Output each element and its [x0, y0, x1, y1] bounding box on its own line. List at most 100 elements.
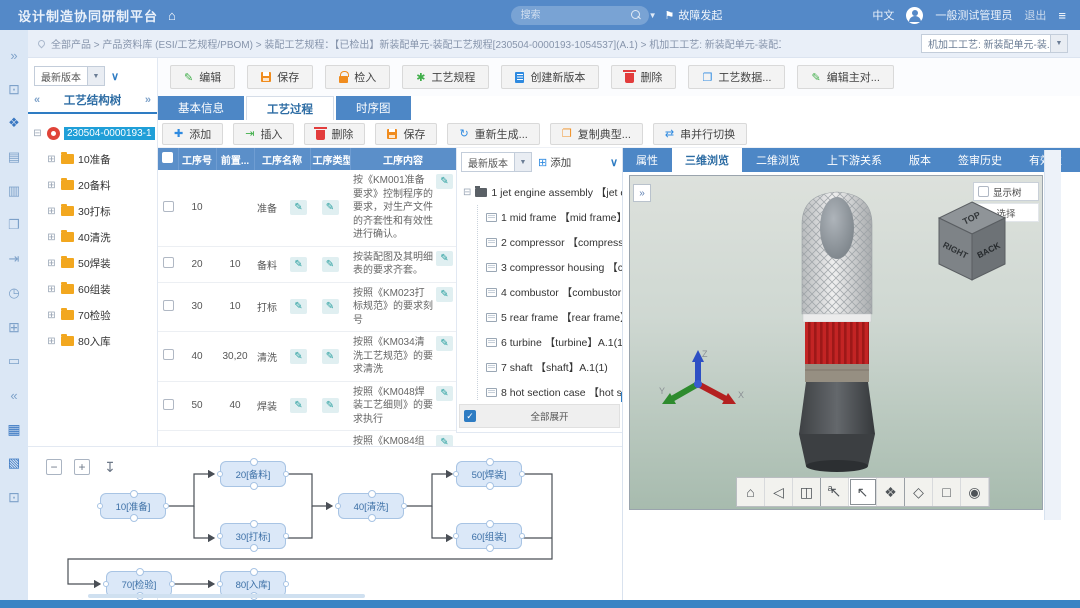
table-row[interactable]: 3010 打标✎ ✎ 按照《KM023打标规范》的要求刻号✎: [158, 282, 456, 332]
edit-type-icon[interactable]: ✎: [322, 200, 339, 215]
apps-icon[interactable]: ▦: [0, 412, 28, 446]
copy-pages-icon[interactable]: ❐: [0, 208, 28, 242]
process-flow-diagram[interactable]: − + ↧ 10[准备] 20[备料] 30[打标] 40[清洗] 50[焊装]…: [28, 446, 622, 598]
show-tree-checkbox[interactable]: [978, 186, 989, 197]
archive-icon[interactable]: ▥: [0, 174, 28, 208]
box-zoom-icon[interactable]: □: [933, 478, 961, 506]
tab-approval-history[interactable]: 签审历史: [945, 148, 1015, 172]
plugin-icon[interactable]: ⇥: [0, 242, 28, 276]
avatar-icon[interactable]: [906, 7, 923, 24]
chevron-down-icon[interactable]: ∨: [111, 70, 119, 83]
col-op-content[interactable]: 工序内容: [350, 148, 456, 170]
expand-icon[interactable]: ⊞: [46, 206, 57, 217]
tab-sequence[interactable]: 时序图: [336, 96, 411, 120]
expand-right-icon[interactable]: »: [0, 38, 28, 72]
table-row[interactable]: 4030,20 清洗✎ ✎ 按照《KM034清洗工艺规范》的要求清洗✎: [158, 332, 456, 382]
chart-icon[interactable]: ▧: [0, 446, 28, 480]
edit-type-icon[interactable]: ✎: [322, 398, 339, 413]
tree-node[interactable]: ⊞50焊装: [46, 250, 155, 276]
pager-right-icon[interactable]: »: [145, 94, 151, 106]
document-icon[interactable]: ▤: [0, 140, 28, 174]
clock-icon[interactable]: ◷: [0, 276, 28, 310]
tab-2d-view[interactable]: 二维浏览: [743, 148, 813, 172]
solid-cube-icon[interactable]: ◫: [793, 478, 821, 506]
expand-icon[interactable]: ⊞: [46, 154, 57, 165]
version-select[interactable]: 最新版本 ▼: [34, 66, 105, 86]
explode-icon[interactable]: ❖: [877, 478, 905, 506]
tree-icon[interactable]: ❖: [0, 106, 28, 140]
screen-icon[interactable]: ⊞: [0, 310, 28, 344]
copy-typical-button[interactable]: ❐复制典型...: [550, 123, 643, 145]
3d-viewer[interactable]: » 显示树 选择 TOP RIGHT BACK Z X Y: [629, 175, 1043, 510]
col-op-type[interactable]: 工序类型: [310, 148, 350, 170]
bom-item[interactable]: 2 compressor 【compresso: [486, 230, 622, 255]
edit-name-icon[interactable]: ✎: [290, 349, 307, 364]
tree-node[interactable]: ⊞20备料: [46, 172, 155, 198]
flow-node[interactable]: 10[准备]: [100, 493, 166, 519]
process-spec-button[interactable]: ✱工艺规程: [402, 65, 489, 89]
tree-root-label[interactable]: 230504-0000193-1: [64, 127, 155, 140]
insert-button[interactable]: ⇥插入: [233, 123, 294, 145]
expand-icon[interactable]: ⊞: [46, 310, 57, 321]
edit-name-icon[interactable]: ✎: [290, 200, 307, 215]
expand-icon[interactable]: ⊞: [46, 258, 57, 269]
edit-name-icon[interactable]: ✎: [290, 257, 307, 272]
collapse-icon[interactable]: ⊟: [463, 187, 471, 198]
edit-content-icon[interactable]: ✎: [436, 287, 453, 302]
edit-content-icon[interactable]: ✎: [436, 174, 453, 189]
tab-properties[interactable]: 属性: [623, 148, 671, 172]
edit-master-button[interactable]: ✎编辑主对...: [797, 65, 893, 89]
delete-row-button[interactable]: 删除: [304, 123, 365, 145]
breadcrumb-path[interactable]: 全部产品 > 产品资料库 (ESI/工艺规程/PBOM) > 装配工艺规程：【已…: [51, 36, 781, 51]
expand-icon[interactable]: ⊞: [46, 336, 57, 347]
tree-root-row[interactable]: ⊟ 230504-0000193-1: [32, 120, 155, 146]
col-op-name[interactable]: 工序名称: [254, 148, 310, 170]
menu-icon[interactable]: ≡: [1058, 8, 1066, 23]
process-selector[interactable]: 机加工工艺: 新装配单元-装... ▼: [921, 34, 1068, 53]
tree-node[interactable]: ⊞60组装: [46, 276, 155, 302]
tab-process[interactable]: 工艺过程: [246, 96, 334, 120]
tab-3d-view[interactable]: 三维浏览: [672, 148, 742, 172]
tab-basic-info[interactable]: 基本信息: [158, 96, 244, 120]
checked-checkbox[interactable]: ✓: [464, 410, 476, 422]
delete-button[interactable]: 删除: [611, 65, 676, 89]
tab-upstream-downstream[interactable]: 上下游关系: [814, 148, 895, 172]
checkin-button[interactable]: 检入: [325, 65, 390, 89]
bom-item[interactable]: 4 combustor 【combustor: [486, 280, 622, 305]
home-view-icon[interactable]: ⌂: [737, 478, 765, 506]
bom-item[interactable]: 3 compressor housing 【c: [486, 255, 622, 280]
board-icon[interactable]: ▭: [0, 344, 28, 378]
search-input[interactable]: [511, 6, 649, 25]
right-scroll-strip[interactable]: [1044, 150, 1061, 520]
select-cursor-icon[interactable]: ↖: [849, 478, 877, 506]
bom-item[interactable]: 5 rear frame 【rear frame】: [486, 305, 622, 330]
logout-button[interactable]: 退出: [1024, 7, 1046, 23]
serial-parallel-switch-button[interactable]: ⇄串并行切换: [653, 123, 747, 145]
add-button[interactable]: ✚添加: [162, 123, 223, 145]
bom-item[interactable]: 7 shaft 【shaft】A.1(1): [486, 355, 622, 380]
chevron-down-icon[interactable]: ∨: [610, 156, 618, 169]
edit-content-icon[interactable]: ✎: [436, 251, 453, 266]
col-op-no[interactable]: 工序号: [178, 148, 216, 170]
row-checkbox[interactable]: [163, 201, 174, 212]
workstation-icon[interactable]: ⊡: [0, 480, 28, 514]
collapse-icon[interactable]: ⊟: [32, 128, 43, 139]
monitor-icon[interactable]: ⊡: [0, 72, 28, 106]
process-data-button[interactable]: ❐工艺数据...: [688, 65, 785, 89]
chevron-down-icon[interactable]: ▼: [514, 153, 531, 171]
collapse-left-icon[interactable]: «: [0, 378, 28, 412]
table-row[interactable]: 5040 焊装✎ ✎ 按照《KM048焊装工艺细则》的要求执行✎: [158, 381, 456, 431]
expand-icon[interactable]: ⊞: [46, 284, 57, 295]
camera-icon[interactable]: ◉: [961, 478, 989, 506]
bom-item[interactable]: 1 mid frame 【mid frame】: [486, 205, 622, 230]
bom-expand-all-button[interactable]: 全部展开: [480, 409, 619, 423]
expand-icon[interactable]: ⊞: [46, 232, 57, 243]
edit-name-icon[interactable]: ✎: [290, 299, 307, 314]
bom-add-button[interactable]: ⊞添加: [538, 155, 571, 170]
regenerate-button[interactable]: ↻重新生成...: [447, 123, 539, 145]
language-switch[interactable]: 中文: [872, 7, 894, 23]
row-checkbox[interactable]: [163, 300, 174, 311]
annotation-cursor-icon[interactable]: a↖: [821, 478, 849, 506]
navigation-cube[interactable]: TOP RIGHT BACK: [936, 200, 1008, 286]
bom-item[interactable]: 8 hot section case 【hot se: [486, 380, 622, 400]
